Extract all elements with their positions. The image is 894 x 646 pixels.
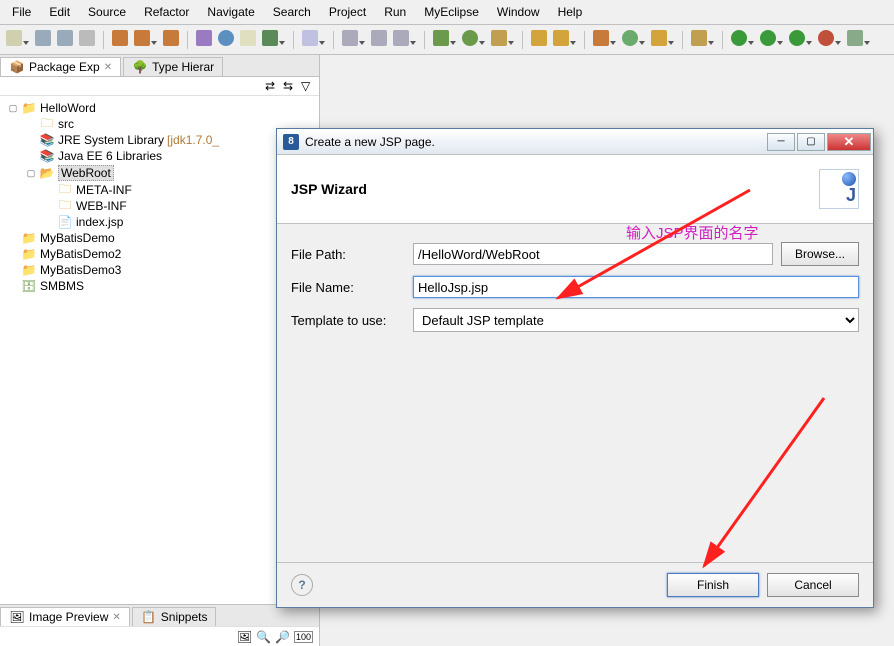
- menu-run[interactable]: Run: [376, 2, 414, 22]
- image-icon: 🖼: [9, 610, 25, 624]
- menu-project[interactable]: Project: [321, 2, 374, 22]
- menu-refactor[interactable]: Refactor: [136, 2, 197, 22]
- tree-folder-metainf[interactable]: 🗀META-INF: [4, 182, 315, 198]
- menu-search[interactable]: Search: [265, 2, 319, 22]
- toolbar-print-icon[interactable]: [79, 30, 95, 49]
- filename-input[interactable]: [413, 276, 859, 298]
- toolbar-run-icon[interactable]: [462, 30, 485, 49]
- menu-source[interactable]: Source: [80, 2, 134, 22]
- tree-lib-javaee[interactable]: 📚Java EE 6 Libraries: [4, 148, 315, 164]
- toolbar-globe-icon[interactable]: [218, 30, 234, 49]
- toolbar-new-icon[interactable]: [6, 30, 29, 49]
- toolbar-db-icon[interactable]: [196, 30, 212, 49]
- toolbar-open-icon[interactable]: [531, 30, 547, 49]
- menu-chevron-icon[interactable]: ▽: [301, 79, 315, 93]
- toolbar-runconf-icon[interactable]: [731, 30, 754, 49]
- close-button[interactable]: ✕: [827, 133, 871, 151]
- menu-help[interactable]: Help: [550, 2, 591, 22]
- tree-project-mybatisdemo2[interactable]: 📁MyBatisDemo2: [4, 246, 315, 262]
- tab-snippets-label: Snippets: [161, 610, 208, 624]
- toolbar-box2-icon[interactable]: [134, 30, 157, 49]
- toolbar-tag-icon[interactable]: [262, 30, 285, 49]
- toolbar-ext-icon[interactable]: [491, 30, 514, 49]
- template-select[interactable]: Default JSP template: [413, 308, 859, 332]
- browse-button[interactable]: Browse...: [781, 242, 859, 266]
- tree-project-mybatisdemo[interactable]: 📁MyBatisDemo: [4, 230, 315, 246]
- toolbar-page-icon[interactable]: [240, 30, 256, 49]
- tab-snippets[interactable]: 📋 Snippets: [132, 607, 217, 626]
- menu-myeclipse[interactable]: MyEclipse: [416, 2, 487, 22]
- menu-edit[interactable]: Edit: [41, 2, 78, 22]
- filepath-input[interactable]: [413, 243, 773, 265]
- snippets-icon: 📋: [141, 610, 157, 624]
- main-toolbar: [0, 25, 894, 55]
- maximize-button[interactable]: ▢: [797, 133, 825, 151]
- close-icon[interactable]: ✕: [112, 612, 120, 623]
- tab-package-explorer-label: Package Exp: [29, 60, 100, 74]
- toolbar-saveall-icon[interactable]: [57, 30, 73, 49]
- menu-navigate[interactable]: Navigate: [199, 2, 262, 22]
- left-panel: 📦 Package Exp ✕ 🌳 Type Hierar ⇄ ⇆ ▽ ▢📁He…: [0, 55, 320, 646]
- toolbar-box3-icon[interactable]: [163, 30, 179, 49]
- dialog-titlebar[interactable]: 8 Create a new JSP page. ─ ▢ ✕: [277, 129, 873, 155]
- toolbar-coverage-icon[interactable]: [789, 30, 812, 49]
- package-explorer-tree[interactable]: ▢📁HelloWord 🗀src 📚JRE System Library [jd…: [0, 96, 319, 604]
- template-label: Template to use:: [291, 313, 409, 328]
- minimize-button[interactable]: ─: [767, 133, 795, 151]
- tab-type-hierarchy-label: Type Hierar: [152, 60, 214, 74]
- jsp-wizard-icon: J: [819, 169, 859, 209]
- toolbar-debug-icon[interactable]: [433, 30, 456, 49]
- toolbar-box-icon[interactable]: [112, 30, 128, 49]
- tree-project-mybatisdemo3[interactable]: 📁MyBatisDemo3: [4, 262, 315, 278]
- toolbar-newfolder-icon[interactable]: [651, 30, 674, 49]
- tree-folder-src[interactable]: 🗀src: [4, 116, 315, 132]
- zoom-out-icon[interactable]: 🔍: [256, 630, 271, 644]
- toolbar-range-icon[interactable]: [302, 30, 325, 49]
- hierarchy-icon: 🌳: [132, 60, 148, 74]
- dialog-app-icon: 8: [283, 134, 299, 150]
- package-icon: 📦: [9, 60, 25, 74]
- toolbar-profile-icon[interactable]: [818, 30, 841, 49]
- toolbar-deploy-icon[interactable]: [371, 30, 387, 49]
- tab-image-preview-label: Image Preview: [29, 610, 108, 624]
- menu-bar: File Edit Source Refactor Navigate Searc…: [0, 0, 894, 25]
- menu-window[interactable]: Window: [489, 2, 548, 22]
- toolbar-search-icon[interactable]: [691, 30, 714, 49]
- close-icon[interactable]: ✕: [104, 62, 112, 73]
- tree-lib-jre[interactable]: 📚JRE System Library [jdk1.7.0_: [4, 132, 315, 148]
- tab-package-explorer[interactable]: 📦 Package Exp ✕: [0, 57, 121, 76]
- filename-label: File Name:: [291, 280, 409, 295]
- link-icon[interactable]: ⇆: [283, 79, 297, 93]
- tree-folder-webinf[interactable]: 🗀WEB-INF: [4, 198, 315, 214]
- cancel-button[interactable]: Cancel: [767, 573, 859, 597]
- zoom-fit-icon[interactable]: 🖼: [237, 630, 252, 644]
- tree-project-smbms[interactable]: 🗄SMBMS: [4, 278, 315, 294]
- toolbar-undeploy-icon[interactable]: [393, 30, 416, 49]
- menu-file[interactable]: File: [4, 2, 39, 22]
- toolbar-newpkg-icon[interactable]: [593, 30, 616, 49]
- dialog-header: JSP Wizard: [291, 181, 819, 197]
- tree-folder-webroot[interactable]: ▢📂WebRoot: [4, 164, 315, 182]
- toolbar-server-icon[interactable]: [342, 30, 365, 49]
- toolbar-debugconf-icon[interactable]: [760, 30, 783, 49]
- tab-image-preview[interactable]: 🖼 Image Preview ✕: [0, 607, 130, 626]
- jsp-wizard-dialog: 8 Create a new JSP page. ─ ▢ ✕ JSP Wizar…: [276, 128, 874, 608]
- tab-type-hierarchy[interactable]: 🌳 Type Hierar: [123, 57, 223, 76]
- help-icon[interactable]: ?: [291, 574, 313, 596]
- dialog-title: Create a new JSP page.: [305, 135, 767, 149]
- toolbar-last-icon[interactable]: [847, 30, 870, 49]
- toolbar-open2-icon[interactable]: [553, 30, 576, 49]
- zoom-in-icon[interactable]: 🔎: [275, 630, 290, 644]
- toolbar-newclass-icon[interactable]: [622, 30, 645, 49]
- toolbar-save-icon[interactable]: [35, 30, 51, 49]
- collapse-icon[interactable]: ⇄: [265, 79, 279, 93]
- tree-file-indexjsp[interactable]: 📄index.jsp: [4, 214, 315, 230]
- filepath-label: File Path:: [291, 247, 409, 262]
- finish-button[interactable]: Finish: [667, 573, 759, 597]
